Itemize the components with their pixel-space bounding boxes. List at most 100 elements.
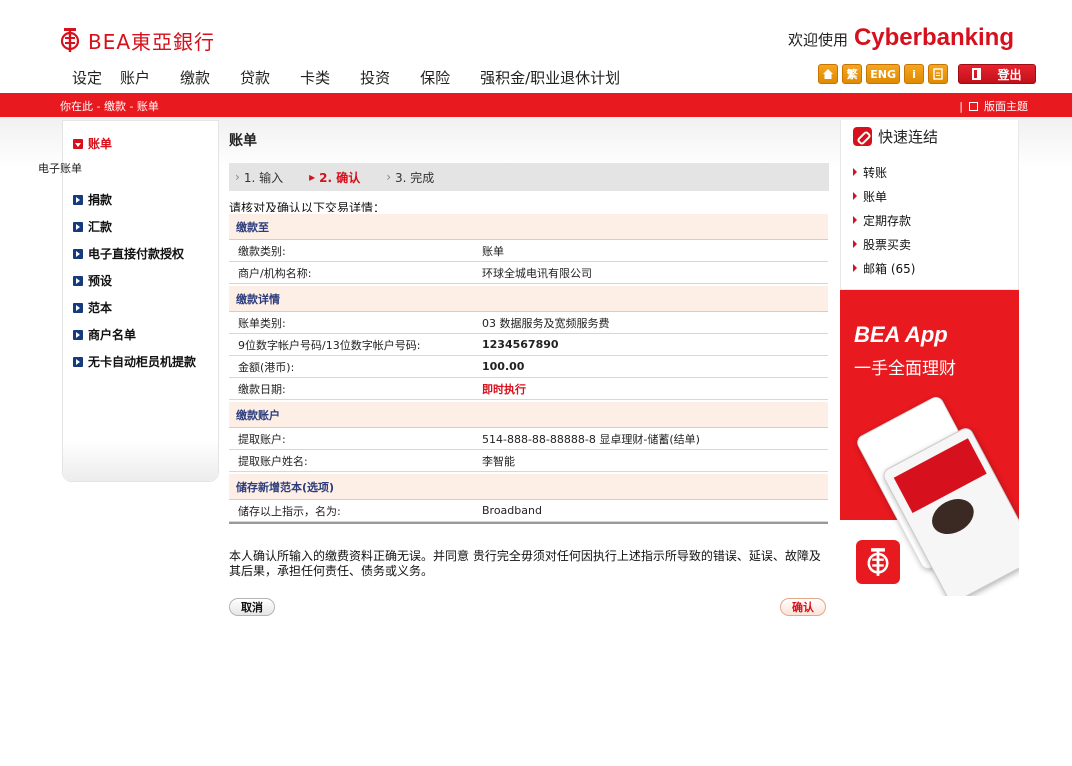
theme-icon: [969, 101, 978, 111]
confirm-button[interactable]: 确认: [780, 598, 826, 616]
triangle-right-icon: [853, 168, 857, 176]
left-nav: 账单 捐款 汇款 电子直接付款授权 预设 范本 商户名单 无卡自动柜员机提款: [62, 120, 219, 482]
confirmation-table: 缴款至 缴款类别: 账单 商户/机构名称: 环球全城电讯有限公司 缴款详情 账单…: [229, 212, 828, 524]
arrow-icon: [73, 275, 83, 286]
step-label: 3. 完成: [395, 170, 435, 185]
table-row: 提取账户: 514-888-88-88888-8 显卓理财-储蓄(结单): [229, 428, 828, 450]
cancel-button[interactable]: 取消: [229, 598, 275, 616]
logo-text: BEA東亞銀行: [88, 29, 216, 54]
breadcrumb-bar: 你在此 - 缴款 - 账单 | 版面主题: [0, 93, 1072, 117]
topnav-investment[interactable]: 投资: [360, 67, 390, 88]
leftnav-item-merchants[interactable]: 商户名单: [73, 326, 136, 343]
section-header-details: 缴款详情: [229, 284, 828, 312]
leftnav-item-templates[interactable]: 范本: [73, 299, 112, 316]
table-row: 商户/机构名称: 环球全城电讯有限公司: [229, 262, 828, 284]
welcome-brand: Cyberbanking: [853, 24, 1014, 51]
row-key: 9位数字帐户号码/13位数字帐户号码:: [238, 338, 421, 352]
quick-links-list: 转账 账单 定期存款 股票买卖 邮箱 (65): [853, 160, 915, 280]
row-key: 金额(港币):: [238, 360, 295, 374]
leftnav-item-donation[interactable]: 捐款: [73, 191, 112, 208]
topnav-accounts[interactable]: 账户: [120, 67, 150, 88]
triangle-right-icon: [853, 192, 857, 200]
theme-label: 版面主题: [984, 100, 1028, 113]
topnav-payments[interactable]: 缴款: [180, 67, 210, 88]
topnav-mpf[interactable]: 强积金/职业退休计划: [480, 67, 620, 88]
step-complete: › 3. 完成: [386, 169, 434, 186]
row-value: 1234567890: [482, 338, 559, 351]
chevron-right-icon: ›: [386, 170, 392, 184]
row-value: 账单: [482, 244, 504, 258]
expanded-arrow-icon: [73, 138, 83, 149]
leftnav-item-edda[interactable]: 电子直接付款授权: [73, 245, 184, 262]
leftnav-item-remittance[interactable]: 汇款: [73, 218, 112, 235]
quick-link-time-deposit[interactable]: 定期存款: [853, 208, 915, 232]
row-value: 即时执行: [482, 382, 526, 396]
logout-door-icon: [972, 68, 982, 80]
row-key: 储存以上指示，名为:: [238, 504, 341, 518]
leftnav-subitem-ebill[interactable]: 电子账单: [38, 160, 82, 176]
leftnav-item-bills[interactable]: 账单: [73, 135, 112, 152]
quick-link-bills[interactable]: 账单: [853, 184, 915, 208]
quick-link-label: 账单: [863, 189, 888, 204]
table-row: 储存以上指示，名为: Broadband: [229, 500, 828, 522]
row-key: 商户/机构名称:: [238, 266, 312, 280]
promo-title: BEA App: [854, 322, 948, 347]
row-key: 提取账户姓名:: [238, 454, 308, 468]
promo-subtitle: 一手全面理财: [854, 359, 956, 379]
traditional-chinese-button[interactable]: 繁: [842, 64, 863, 84]
table-row: 9位数字帐户号码/13位数字帐户号码: 1234567890: [229, 334, 828, 356]
arrow-icon: [73, 194, 83, 205]
arrow-icon: [73, 221, 83, 232]
progress-steps: › 1. 输入 ▸ 2. 确认 › 3. 完成: [229, 163, 829, 191]
bea-app-promo-banner[interactable]: BEA App 一手全面理财: [840, 290, 1019, 596]
arrow-icon: [73, 248, 83, 259]
logout-button[interactable]: 登出: [958, 64, 1036, 84]
table-row: 缴款类别: 账单: [229, 240, 828, 262]
bea-logo[interactable]: BEA東亞銀行: [60, 26, 215, 54]
topnav-loans[interactable]: 贷款: [240, 67, 270, 88]
leftnav-label: 汇款: [88, 220, 113, 234]
home-icon[interactable]: [818, 64, 839, 84]
table-row: 缴款日期: 即时执行: [229, 378, 828, 400]
table-row: 提取账户姓名: 李智能: [229, 450, 828, 472]
quick-link-stock-trading[interactable]: 股票买卖: [853, 232, 915, 256]
welcome-banner: 欢迎使用 Cyberbanking: [788, 24, 1014, 52]
arrow-icon: [73, 302, 83, 313]
english-button[interactable]: ENG: [866, 64, 900, 84]
quick-link-transfer[interactable]: 转账: [853, 160, 915, 184]
arrow-icon: [73, 329, 83, 340]
print-icon[interactable]: [928, 64, 948, 84]
triangle-right-icon: [853, 264, 857, 272]
section-header-payee: 缴款至: [229, 212, 828, 240]
leftnav-footer: [63, 441, 218, 481]
utility-bar: 繁 ENG i 登出: [818, 64, 1036, 84]
step-label: 1. 输入: [243, 170, 284, 185]
chevron-right-icon: ›: [235, 170, 240, 184]
theme-link[interactable]: | 版面主题: [959, 98, 1028, 114]
breadcrumb: 你在此 - 缴款 - 账单: [60, 100, 159, 113]
top-nav: 设定 账户 缴款 贷款 卡类 投资 保险 强积金/职业退休计划: [72, 67, 650, 88]
quick-links-title: 快速连结: [853, 126, 938, 147]
leftnav-label: 范本: [88, 301, 113, 315]
row-value: Broadband: [482, 504, 542, 517]
bea-app-logo-icon: [856, 540, 900, 584]
row-key: 提取账户:: [238, 432, 286, 446]
leftnav-item-cardless-atm[interactable]: 无卡自动柜员机提款: [73, 353, 196, 370]
section-header-template: 储存新增范本(选项): [229, 472, 828, 500]
leftnav-item-presets[interactable]: 预设: [73, 272, 112, 289]
leftnav-label: 捐款: [88, 193, 113, 207]
leftnav-label: 账单: [88, 137, 113, 151]
topnav-cards[interactable]: 卡类: [300, 67, 330, 88]
leftnav-label: 商户名单: [88, 328, 137, 342]
info-icon[interactable]: i: [904, 64, 924, 84]
theme-separator: |: [959, 99, 963, 113]
step-label: 2. 确认: [319, 170, 361, 185]
row-value: 514-888-88-88888-8 显卓理财-储蓄(结单): [482, 432, 700, 446]
topnav-insurance[interactable]: 保险: [420, 67, 450, 88]
row-value: 03 数据服务及宽频服务费: [482, 316, 610, 330]
quick-link-mailbox[interactable]: 邮箱 (65): [853, 256, 915, 280]
table-row: 账单类别: 03 数据服务及宽频服务费: [229, 312, 828, 334]
leftnav-label: 电子直接付款授权: [88, 247, 185, 261]
row-value: 李智能: [482, 454, 515, 468]
topnav-settings[interactable]: 设定: [72, 67, 102, 88]
